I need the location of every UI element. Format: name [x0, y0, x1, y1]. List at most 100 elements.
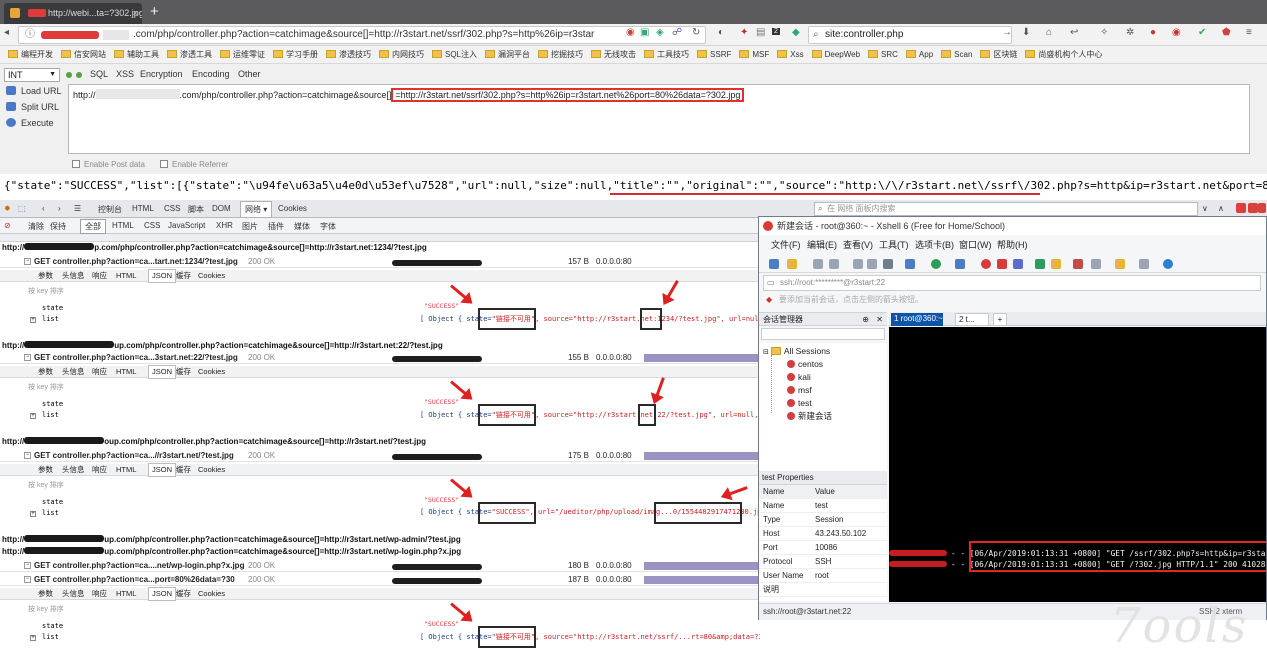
session-item-kali[interactable]: kali — [787, 371, 811, 383]
subtab-html[interactable]: HTML — [116, 366, 136, 378]
session-item-test[interactable]: test — [787, 397, 812, 409]
expand-icon[interactable]: − — [24, 258, 31, 265]
close-tab-icon[interactable]: × — [133, 3, 138, 23]
enable-post-checkbox[interactable]: Enable Post data — [72, 160, 145, 169]
subtab-cookies[interactable]: Cookies — [198, 464, 225, 476]
subtab-json[interactable]: JSON — [148, 463, 177, 477]
browser-tab[interactable]: http://webi...ta=?302.jpg × — [4, 3, 142, 24]
tab-dom[interactable]: DOM — [212, 204, 231, 213]
subtab-cookies[interactable]: Cookies — [198, 270, 225, 282]
subtab-response[interactable]: 响应 — [92, 464, 107, 476]
tab-html[interactable]: HTML — [132, 204, 154, 213]
firebug-icon[interactable]: ✸ — [4, 204, 11, 213]
request-row[interactable]: − GET controller.php?action=ca...3start.n… — [0, 352, 760, 364]
expand-icon[interactable]: + — [30, 511, 36, 517]
menu-file[interactable]: 文件(F) — [771, 237, 801, 253]
bookmark-folder[interactable]: 运维零证 — [220, 46, 265, 63]
tab-network[interactable]: 网络 ▾ — [240, 201, 273, 218]
request-url-header[interactable]: http:// up.com/php/controller.php?action=… — [2, 340, 443, 352]
extension-icon[interactable]: ✔ — [1198, 27, 1206, 38]
compose-icon[interactable] — [1073, 259, 1083, 269]
extension-icon[interactable]: ◈ — [656, 27, 664, 38]
hackbar-url-input[interactable]: http://.com/php/controller.php?action=ca… — [68, 84, 1250, 154]
request-url-header[interactable]: http:// oup.com/php/controller.php?action… — [2, 436, 426, 448]
request-row[interactable]: − GET controller.php?action=ca...port=80%… — [0, 574, 760, 586]
extension-icon[interactable]: ◐ — [718, 27, 724, 38]
subtab-html[interactable]: HTML — [116, 270, 136, 282]
menu-tools[interactable]: 工具(T) — [879, 237, 909, 253]
search-go-icon[interactable]: → — [1002, 27, 1012, 38]
extension-icon[interactable]: ☍ — [672, 27, 682, 38]
subtab-cache[interactable]: 缓存 — [176, 464, 191, 476]
subtab-cookies[interactable]: Cookies — [198, 588, 225, 600]
hackbar-menu-encoding[interactable]: Encoding — [192, 69, 230, 79]
extension-icon[interactable]: ◉ — [1172, 27, 1181, 38]
subtab-headers[interactable]: 头信息 — [62, 366, 85, 378]
bookmark-folder[interactable]: 工具技巧 — [644, 46, 689, 63]
search-box[interactable]: ⌕ site:controller.php — [808, 26, 1012, 44]
inspect-icon[interactable]: ⬚ — [18, 204, 26, 213]
extension-icon[interactable]: ▣ — [640, 27, 649, 38]
bookmark-folder[interactable]: 尚盛机构个人中心 — [1025, 46, 1102, 63]
subtab-headers[interactable]: 头信息 — [62, 464, 85, 476]
enable-referrer-checkbox[interactable]: Enable Referrer — [160, 160, 228, 169]
request-row[interactable]: − GET controller.php?action=ca...tart.net… — [0, 256, 760, 268]
subtab-html[interactable]: HTML — [116, 464, 136, 476]
filter-plugins[interactable]: 插件 — [268, 221, 284, 232]
keyboard-icon[interactable] — [1091, 259, 1101, 269]
subtab-cache[interactable]: 缓存 — [176, 270, 191, 282]
subtab-html[interactable]: HTML — [116, 588, 136, 600]
download-icon[interactable]: ⬇ — [1022, 27, 1030, 38]
filter-xhr[interactable]: XHR — [216, 221, 233, 230]
close-icon[interactable] — [1258, 203, 1266, 213]
hackbar-menu-encryption[interactable]: Encryption — [140, 69, 183, 79]
filter-media[interactable]: 媒体 — [294, 221, 310, 232]
expand-icon[interactable]: + — [30, 413, 36, 419]
extension-icon[interactable]: ▤ — [756, 27, 765, 38]
pin-icon[interactable]: ⊕ — [862, 313, 869, 326]
connect-icon[interactable] — [813, 259, 823, 269]
extension-icon[interactable]: ◆ — [792, 27, 800, 38]
menu-view[interactable]: 查看(V) — [843, 237, 873, 253]
subtab-params[interactable]: 参数 — [38, 464, 53, 476]
bookmark-folder[interactable]: App — [905, 46, 933, 63]
bookmark-folder[interactable]: 信安网站 — [61, 46, 106, 63]
help-icon[interactable] — [1163, 259, 1173, 269]
tab-console[interactable]: 控制台 — [98, 204, 122, 215]
terminal-tab-active[interactable]: 1 root@360:~ — [891, 313, 943, 326]
expand-icon[interactable]: − — [24, 576, 31, 583]
layout-icon[interactable] — [1139, 259, 1149, 269]
fullscreen-icon[interactable] — [1035, 259, 1045, 269]
bookmark-folder[interactable]: DeepWeb — [811, 46, 860, 63]
subtab-headers[interactable]: 头信息 — [62, 588, 85, 600]
menu-window[interactable]: 窗口(W) — [959, 237, 992, 253]
find-icon[interactable] — [883, 259, 893, 269]
bookmark-folder[interactable]: MSF — [739, 46, 769, 63]
hackbar-menu-xss[interactable]: XSS — [116, 69, 134, 79]
new-session-icon[interactable] — [769, 259, 779, 269]
bookmark-folder[interactable]: 学习手册 — [273, 46, 318, 63]
extension-icon[interactable]: ● — [1150, 27, 1156, 38]
shield-icon[interactable]: ◉ — [626, 27, 635, 38]
copy-icon[interactable] — [853, 259, 863, 269]
filter-html[interactable]: HTML — [112, 221, 134, 230]
filter-css[interactable]: CSS — [144, 221, 160, 230]
session-search-input[interactable] — [761, 328, 885, 340]
back-icon[interactable]: ◂ — [4, 27, 9, 38]
properties-icon[interactable] — [905, 259, 915, 269]
session-item-msf[interactable]: msf — [787, 384, 812, 396]
subtab-cookies[interactable]: Cookies — [198, 366, 225, 378]
session-item-centos[interactable]: centos — [787, 358, 823, 370]
expand-icon[interactable]: + — [30, 317, 36, 323]
request-row[interactable]: − GET controller.php?action=ca...//r3star… — [0, 450, 760, 462]
request-url-header[interactable]: http:// up.com/php/controller.php?action=… — [2, 534, 461, 546]
bookmark-folder[interactable]: 无线攻击 — [591, 46, 636, 63]
filter-fonts[interactable]: 字体 — [320, 221, 336, 232]
bookmark-folder[interactable]: SQL注入 — [432, 46, 477, 63]
breadcrumb-icon[interactable]: ☰ — [74, 204, 81, 213]
subtab-json[interactable]: JSON — [148, 365, 177, 379]
extension-icon[interactable]: ⬟ — [1222, 27, 1231, 38]
new-terminal-tab-button[interactable]: + — [993, 313, 1007, 326]
expand-icon[interactable]: − — [24, 354, 31, 361]
bookmark-folder[interactable]: 内网技巧 — [379, 46, 424, 63]
